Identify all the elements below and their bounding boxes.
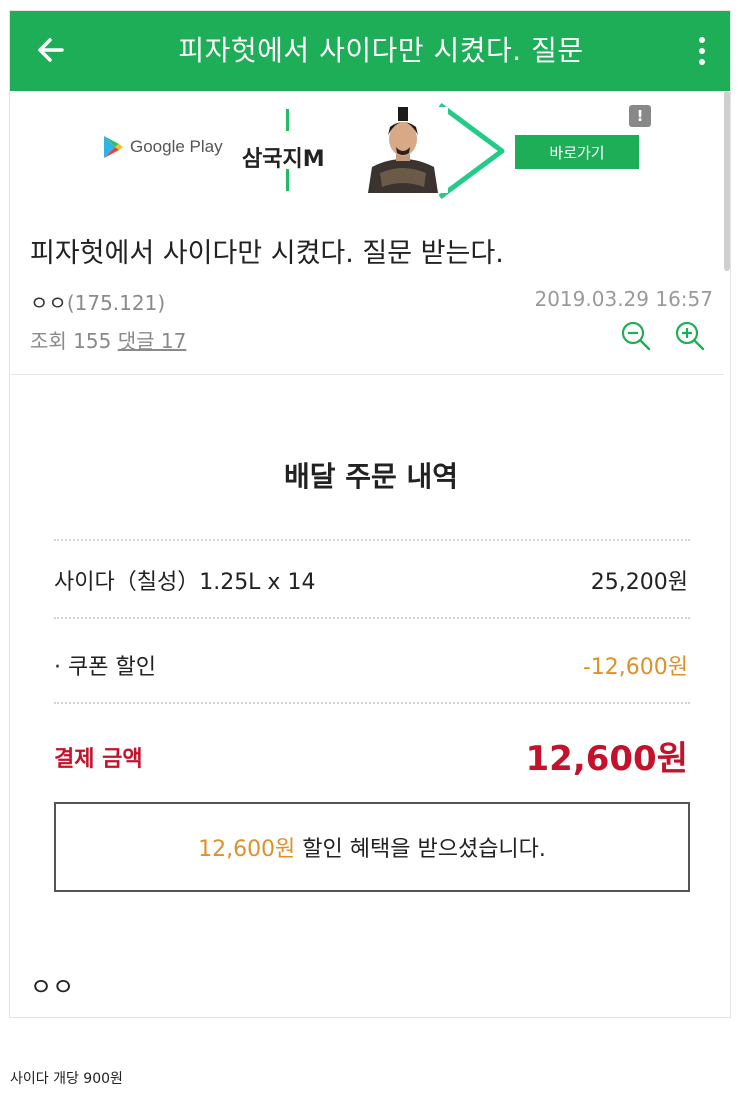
- total-label: 결제 금액: [54, 747, 143, 772]
- zoom-in-icon[interactable]: [675, 321, 705, 351]
- dotted-divider: [54, 702, 690, 704]
- app-bar: 피자헛에서 사이다만 시켰다. 질문: [10, 11, 730, 91]
- coupon-label: · 쿠폰 할인: [54, 655, 156, 680]
- more-vert-icon-dot: [699, 59, 705, 65]
- ad-divider: [286, 109, 289, 131]
- post-title: 피자헛에서 사이다만 시켰다. 질문 받는다.: [30, 238, 504, 269]
- order-item-value: 25,200원: [590, 570, 688, 595]
- coupon-value: -12,600원: [582, 655, 688, 680]
- google-play-label: Google Play: [130, 137, 223, 156]
- benefit-amount: 12,600원: [198, 837, 296, 862]
- ad-cta-button[interactable]: 바로가기: [515, 135, 639, 169]
- ad-banner[interactable]: Google Play 삼국지M 바로가기 !: [10, 101, 724, 206]
- scrollbar[interactable]: [724, 91, 730, 271]
- arrow-left-icon: [38, 38, 64, 62]
- header-divider: [10, 374, 724, 375]
- benefit-text: 할인 혜택을 받으셨습니다.: [295, 837, 546, 862]
- total-value: 12,600원: [525, 739, 688, 779]
- author-name: ㅇㅇ: [30, 291, 67, 315]
- post-stats: 조회 155 댓글 17: [30, 325, 186, 354]
- google-play-logo: Google Play: [102, 135, 223, 159]
- more-vert-icon-dot: [699, 37, 705, 43]
- order-heading: 배달 주문 내역: [283, 460, 459, 493]
- view-count: 조회 155: [30, 329, 112, 353]
- post-date: 2019.03.29 16:57: [534, 287, 713, 311]
- ad-game-title: 삼국지M: [242, 147, 325, 172]
- more-vert-icon-dot: [699, 48, 705, 54]
- order-item-label: 사이다（칠성）1.25L x 14: [54, 570, 316, 595]
- google-play-icon: [104, 136, 123, 158]
- image-caption: 사이다 개당 900원: [10, 1071, 123, 1087]
- more-options-button[interactable]: [690, 33, 714, 69]
- post-screenshot: 피자헛에서 사이다만 시켰다. 질문 Google Play 삼국지M 바로가기…: [9, 10, 731, 1018]
- comment-count-link[interactable]: 댓글 17: [118, 329, 187, 353]
- dotted-divider: [54, 617, 690, 619]
- post-body-text: ㅇㅇ: [30, 973, 75, 1001]
- post-author: ㅇㅇ(175.121): [30, 287, 165, 316]
- back-button[interactable]: [32, 31, 70, 69]
- zoom-out-icon[interactable]: [621, 321, 651, 351]
- dotted-divider: [54, 539, 690, 541]
- ad-warrior-image: [358, 107, 448, 193]
- benefit-notice: 12,600원 할인 혜택을 받으셨습니다.: [54, 802, 690, 892]
- author-ip: (175.121): [66, 291, 166, 315]
- ad-info-badge[interactable]: !: [629, 105, 651, 127]
- page-title: 피자헛에서 사이다만 시켰다. 질문: [178, 34, 584, 67]
